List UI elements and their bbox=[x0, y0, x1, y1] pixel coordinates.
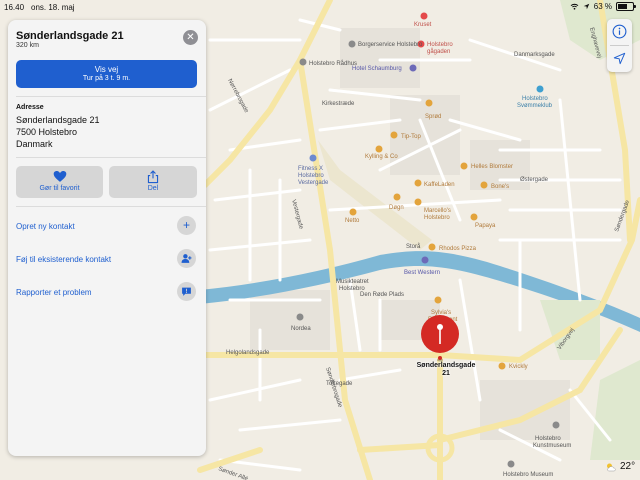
share-button[interactable]: Del bbox=[109, 166, 197, 198]
add-person-icon[interactable] bbox=[177, 249, 196, 268]
create-contact-label: Opret ny kontakt bbox=[16, 222, 75, 231]
svg-text:Hotel Schaumburg: Hotel Schaumburg bbox=[352, 66, 402, 72]
address-line: Danmark bbox=[16, 139, 53, 149]
svg-text:Kunstmuseum: Kunstmuseum bbox=[533, 443, 571, 449]
report-bubble-icon[interactable] bbox=[177, 282, 196, 301]
svg-text:Holstebro Museum: Holstebro Museum bbox=[503, 472, 553, 478]
svg-text:Storå: Storå bbox=[406, 243, 421, 250]
weather-widget: 22° bbox=[605, 461, 635, 472]
svg-text:Holstebro: Holstebro bbox=[427, 42, 453, 48]
favorite-label: Gør til favorit bbox=[39, 185, 80, 192]
favorite-button[interactable]: Gør til favorit bbox=[16, 166, 103, 198]
svg-text:Holstebro: Holstebro bbox=[424, 215, 450, 221]
divider bbox=[16, 157, 206, 158]
close-icon: ✕ bbox=[186, 32, 195, 43]
svg-text:Døgn: Døgn bbox=[389, 205, 404, 211]
svg-text:Nordea: Nordea bbox=[291, 326, 311, 332]
svg-text:Helles Blomster: Helles Blomster bbox=[471, 164, 513, 170]
svg-text:Tip-Top: Tip-Top bbox=[401, 134, 421, 140]
wifi-icon bbox=[570, 3, 579, 10]
svg-text:Holstebro: Holstebro bbox=[298, 173, 324, 179]
divider bbox=[16, 206, 206, 207]
status-bar: 16.40 ons. 18. maj 63 % bbox=[0, 0, 640, 14]
add-to-contact-row[interactable]: Føj til eksisterende kontakt bbox=[8, 247, 206, 275]
svg-text:Helgolandsgade: Helgolandsgade bbox=[226, 350, 270, 356]
svg-text:Marcello's: Marcello's bbox=[424, 208, 451, 214]
svg-text:Svømmeklub: Svømmeklub bbox=[517, 103, 553, 109]
svg-text:Holstebro: Holstebro bbox=[522, 96, 548, 102]
svg-text:Kirkestræde: Kirkestræde bbox=[322, 101, 355, 107]
divider bbox=[16, 96, 206, 97]
location-arrow-icon[interactable] bbox=[613, 52, 626, 65]
temperature: 22° bbox=[620, 461, 636, 472]
share-icon bbox=[147, 170, 159, 184]
pin-label: Sønderlandsgade 21 bbox=[416, 362, 476, 377]
divider bbox=[610, 45, 629, 46]
svg-text:Toftegade: Toftegade bbox=[326, 381, 353, 387]
svg-text:Kylling & Co: Kylling & Co bbox=[365, 154, 398, 160]
svg-text:Vestergade: Vestergade bbox=[298, 180, 329, 186]
report-problem-row[interactable]: Rapporter et problem bbox=[8, 280, 206, 308]
svg-text:Musikteatret: Musikteatret bbox=[336, 279, 369, 285]
svg-text:Danmarksgade: Danmarksgade bbox=[514, 52, 555, 58]
travel-time: Tur på 3 t. 9 m. bbox=[82, 75, 131, 82]
map-controls bbox=[607, 19, 632, 72]
svg-text:Holstebro: Holstebro bbox=[535, 436, 561, 442]
svg-text:Rhodos Pizza: Rhodos Pizza bbox=[439, 246, 477, 252]
create-contact-row[interactable]: Opret ny kontakt + bbox=[8, 214, 206, 242]
svg-text:Den Røde Plads: Den Røde Plads bbox=[360, 292, 404, 298]
place-title: Sønderlandsgade 21 bbox=[16, 30, 124, 42]
address-label: Adresse bbox=[16, 104, 44, 111]
place-card: Sønderlandsgade 21 320 km ✕ Vis vej Tur … bbox=[8, 20, 206, 456]
svg-text:Sprød: Sprød bbox=[425, 114, 441, 120]
svg-text:Østergade: Østergade bbox=[520, 177, 549, 183]
svg-text:Best Western: Best Western bbox=[404, 270, 440, 276]
info-icon[interactable] bbox=[612, 24, 627, 39]
share-label: Del bbox=[147, 185, 159, 192]
status-time: 16.40 bbox=[4, 3, 25, 12]
svg-text:Kruset: Kruset bbox=[414, 22, 432, 28]
address-line: 7500 Holstebro bbox=[16, 127, 78, 137]
directions-label: Vis vej bbox=[94, 65, 119, 74]
partly-cloudy-icon bbox=[607, 463, 616, 471]
svg-text:KaffeLaden: KaffeLaden bbox=[424, 182, 455, 188]
svg-text:Netto: Netto bbox=[345, 218, 360, 224]
address-line: Sønderlandsgade 21 bbox=[16, 115, 100, 125]
place-distance: 320 km bbox=[16, 42, 39, 49]
svg-text:Holstebro Rådhus: Holstebro Rådhus bbox=[309, 60, 357, 67]
report-problem-label: Rapporter et problem bbox=[16, 288, 92, 297]
close-button[interactable]: ✕ bbox=[183, 30, 198, 45]
battery-percent: 63 % bbox=[593, 2, 612, 11]
add-to-contact-label: Føj til eksisterende kontakt bbox=[16, 255, 112, 264]
svg-text:Bone's: Bone's bbox=[491, 184, 509, 190]
svg-text:Borgerservice Holstebro: Borgerservice Holstebro bbox=[358, 42, 423, 48]
svg-text:Kvickly: Kvickly bbox=[509, 364, 528, 370]
location-services-icon bbox=[583, 3, 590, 10]
heart-icon bbox=[53, 171, 66, 182]
svg-text:Papaya: Papaya bbox=[475, 223, 496, 229]
svg-text:gågaden: gågaden bbox=[427, 48, 450, 55]
plus-icon[interactable]: + bbox=[177, 216, 196, 235]
battery-icon bbox=[616, 2, 636, 11]
status-date: ons. 18. maj bbox=[31, 3, 75, 12]
directions-button[interactable]: Vis vej Tur på 3 t. 9 m. bbox=[16, 60, 197, 88]
svg-text:Fitness X: Fitness X bbox=[298, 166, 323, 172]
